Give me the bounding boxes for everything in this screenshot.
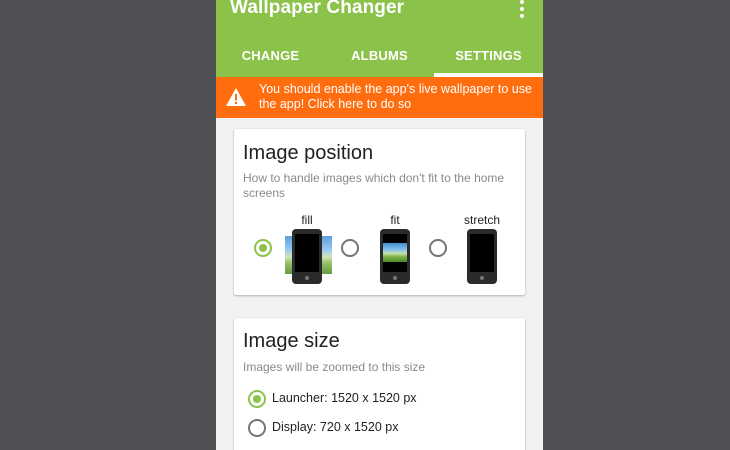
stretch-preview[interactable] xyxy=(467,229,497,284)
radio-fill[interactable] xyxy=(254,239,272,257)
app-title: Wallpaper Changer xyxy=(230,0,405,18)
warning-icon xyxy=(226,88,246,106)
size-option-label: Display: 720 x 1520 px xyxy=(272,420,399,434)
image-size-card: Image size Images will be zoomed to this… xyxy=(234,318,525,450)
app-bar: Wallpaper Changer CHANGE ALBUMS SETTINGS xyxy=(216,0,543,77)
size-option-label: Launcher: 1520 x 1520 px xyxy=(272,391,417,405)
image-position-title: Image position xyxy=(243,142,374,164)
more-vert-icon[interactable] xyxy=(512,0,532,20)
radio-display[interactable] xyxy=(248,419,266,437)
option-fit-label: fit xyxy=(390,213,400,227)
tab-change[interactable]: CHANGE xyxy=(216,42,325,74)
tab-albums[interactable]: ALBUMS xyxy=(325,42,434,74)
radio-launcher[interactable] xyxy=(248,390,266,408)
image-position-card: Image position How to handle images whic… xyxy=(234,129,525,295)
live-wallpaper-banner[interactable]: You should enable the app's live wallpap… xyxy=(216,77,543,118)
fit-preview[interactable] xyxy=(380,229,410,284)
banner-text: You should enable the app's live wallpap… xyxy=(259,82,532,111)
app-screen: Wallpaper Changer CHANGE ALBUMS SETTINGS… xyxy=(216,0,543,450)
image-position-description: How to handle images which don't fit to … xyxy=(243,171,505,200)
radio-stretch[interactable] xyxy=(429,239,447,257)
image-size-description: Images will be zoomed to this size xyxy=(243,360,426,374)
radio-fit[interactable] xyxy=(341,239,359,257)
image-size-title: Image size xyxy=(243,330,340,352)
tab-settings[interactable]: SETTINGS xyxy=(434,42,543,74)
option-stretch-label: stretch xyxy=(463,213,500,227)
option-fill-label: fill xyxy=(301,213,313,227)
